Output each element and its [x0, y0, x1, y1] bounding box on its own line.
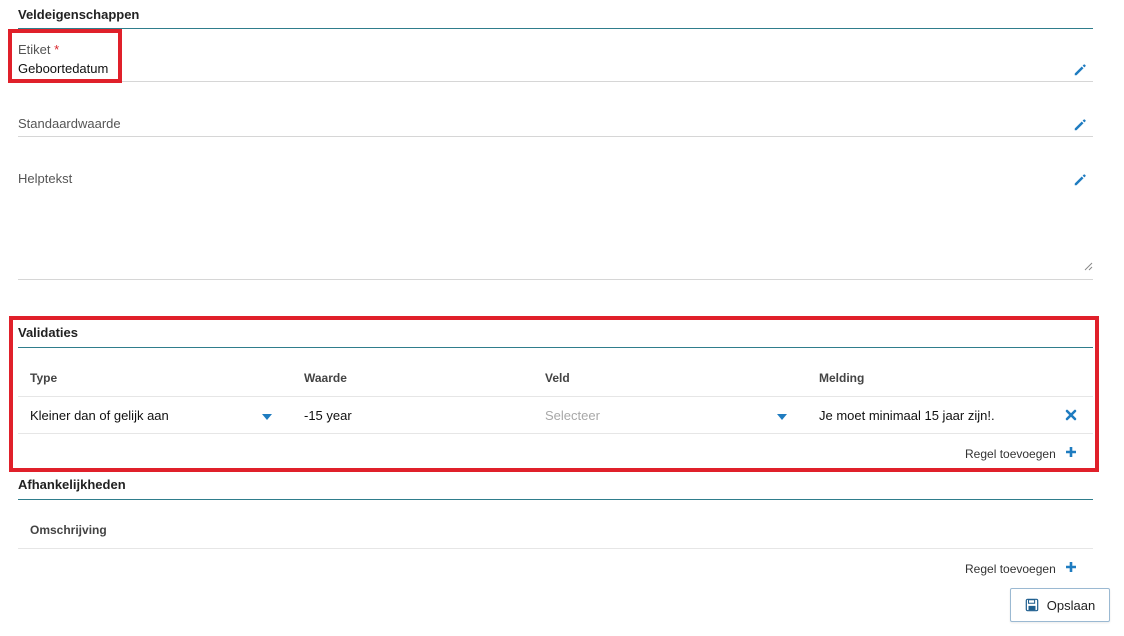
table-header-divider	[18, 396, 1093, 397]
default-field-label: Standaardwaarde	[18, 116, 121, 131]
validations-highlight	[9, 316, 1099, 472]
column-header-value: Waarde	[304, 371, 347, 385]
label-field-underline	[18, 81, 1093, 82]
properties-title: Veldeigenschappen	[18, 7, 140, 22]
field-select[interactable]: Selecteer	[545, 408, 600, 423]
type-select[interactable]: Kleiner dan of gelijk aan	[30, 408, 169, 423]
properties-divider	[18, 28, 1093, 29]
dependencies-header-divider	[18, 548, 1093, 549]
save-button-label: Opslaan	[1046, 597, 1096, 613]
add-dependency-rule-link[interactable]: Regel toevoegen	[965, 562, 1056, 576]
label-field-highlight	[8, 29, 122, 83]
chevron-down-icon[interactable]	[262, 414, 272, 420]
plus-icon[interactable]	[1065, 561, 1077, 573]
floppy-disk-icon	[1025, 598, 1039, 612]
add-validation-rule-link[interactable]: Regel toevoegen	[965, 447, 1056, 461]
help-field-label: Helptekst	[18, 171, 73, 186]
default-field-underline	[18, 136, 1093, 137]
message-input[interactable]: Je moet minimaal 15 jaar zijn!.	[819, 408, 995, 423]
chevron-down-icon[interactable]	[777, 414, 787, 420]
help-field-underline	[18, 279, 1093, 280]
column-header-field: Veld	[545, 371, 570, 385]
column-header-type: Type	[30, 371, 58, 385]
pencil-icon[interactable]	[1073, 173, 1087, 187]
validations-divider	[18, 347, 1093, 348]
pencil-icon[interactable]	[1073, 118, 1087, 132]
close-icon[interactable]	[1065, 409, 1077, 421]
column-header-description: Omschrijving	[30, 523, 107, 537]
save-button[interactable]: Opslaan	[1010, 588, 1110, 622]
table-row-divider	[18, 433, 1093, 434]
dependencies-title: Afhankelijkheden	[18, 477, 126, 492]
plus-icon[interactable]	[1065, 446, 1077, 458]
value-input[interactable]: -15 year	[304, 408, 352, 423]
dependencies-divider	[18, 499, 1093, 500]
column-header-message: Melding	[819, 371, 865, 385]
pencil-icon[interactable]	[1073, 63, 1087, 77]
resize-handle-icon[interactable]	[1083, 261, 1093, 271]
validations-title: Validaties	[18, 325, 78, 340]
